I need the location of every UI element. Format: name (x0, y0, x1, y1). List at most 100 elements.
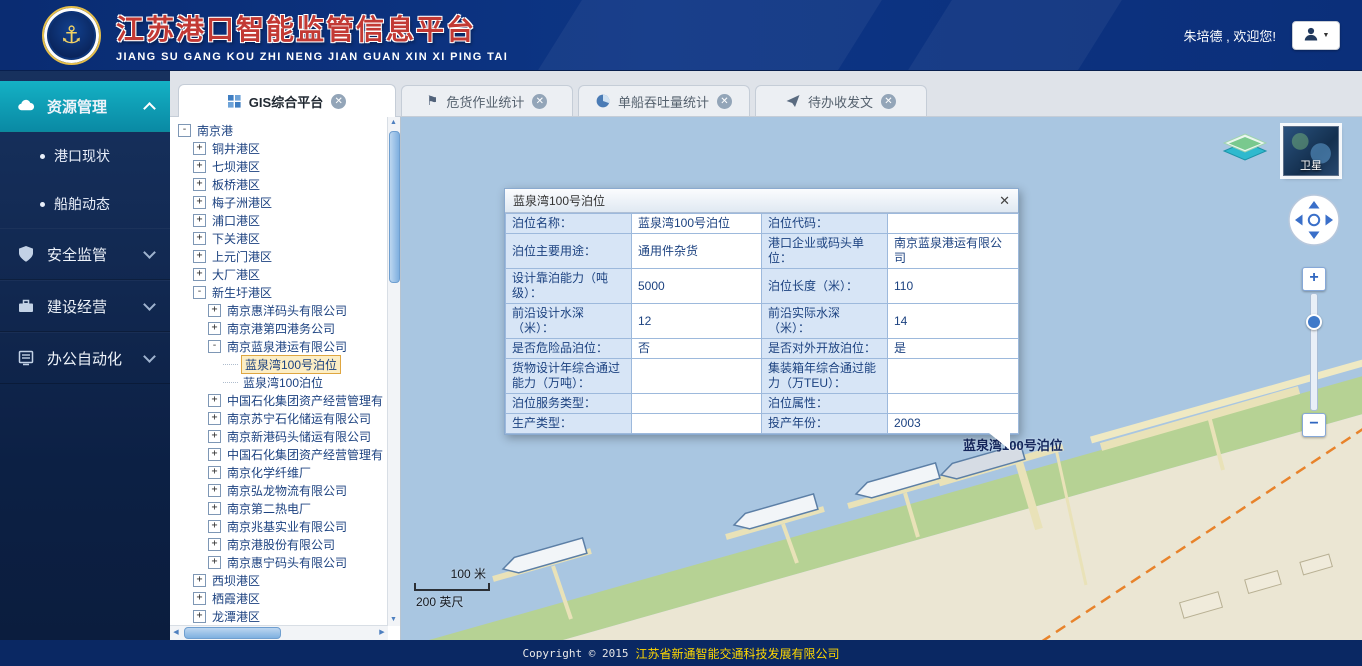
tree-item[interactable]: + 浦口港区 (174, 211, 388, 229)
tree-item-label[interactable]: 南京蓝泉港运有限公司 (225, 338, 349, 355)
tree-item[interactable]: + 南京新港码头储运有限公司 (174, 427, 388, 445)
tab-pending-documents[interactable]: 待办收发文 ✕ (755, 85, 927, 116)
tree-item[interactable]: + 下关港区 (174, 229, 388, 247)
tree-item[interactable]: + 南京化学纤维厂 (174, 463, 388, 481)
tree-expand-icon[interactable]: + (193, 214, 206, 227)
tree-item-label[interactable]: 上元门港区 (210, 248, 274, 265)
sidebar-item-resource-management[interactable]: 资源管理 (0, 81, 170, 132)
tree-item[interactable]: + 栖霞港区 (174, 589, 388, 607)
tree-expand-icon[interactable]: + (193, 160, 206, 173)
berth-map-label[interactable]: 蓝泉湾100号泊位 (963, 435, 1063, 454)
tree-item[interactable]: +南京港股份有限公司 (174, 535, 388, 553)
tree-expand-icon[interactable]: + (193, 268, 206, 281)
tree-expand-icon[interactable]: + (193, 232, 206, 245)
tree-item[interactable]: + 七坝港区 (174, 157, 388, 175)
sidebar-item-safety-supervision[interactable]: 安全监管 (0, 228, 170, 280)
tree-item[interactable]: +南京第二热电厂 (174, 499, 388, 517)
tree-item-label[interactable]: 南京港 (195, 122, 235, 139)
tab-ship-throughput-stats[interactable]: 单船吞吐量统计 ✕ (578, 85, 750, 116)
tree-expand-icon[interactable]: + (193, 250, 206, 263)
tree-collapse-icon[interactable]: - (208, 340, 221, 353)
tree-item-label[interactable]: 梅子洲港区 (210, 194, 274, 211)
user-menu-button[interactable]: ▼ (1292, 21, 1340, 50)
tree-item[interactable]: + 南京苏宁石化储运有限公司 (174, 409, 388, 427)
tree-item[interactable]: 蓝泉湾100泊位 (174, 373, 388, 391)
popup-header[interactable]: 蓝泉湾100号泊位 ✕ (505, 189, 1018, 213)
zoom-in-button[interactable]: + (1302, 267, 1326, 291)
tree-expand-icon[interactable]: + (193, 142, 206, 155)
tree-item-label[interactable]: 中国石化集团资产经营管理有 (225, 392, 385, 409)
tree-expand-icon[interactable]: + (208, 484, 221, 497)
close-icon[interactable]: ✕ (881, 94, 896, 109)
map-layers-icon[interactable] (1221, 130, 1269, 173)
zoom-slider-knob[interactable] (1306, 314, 1322, 330)
close-icon[interactable]: ✕ (532, 94, 547, 109)
tree-expand-icon[interactable]: + (193, 574, 206, 587)
tree-item-label[interactable]: 南京化学纤维厂 (225, 464, 313, 481)
tree-item-label-selected[interactable]: 蓝泉湾100号泊位 (241, 355, 341, 374)
tree-item[interactable]: +梅子洲港区 (174, 193, 388, 211)
tree-item[interactable]: -南京港 (174, 121, 388, 139)
tree-expand-icon[interactable]: + (193, 592, 206, 605)
tree-item-label[interactable]: 大厂港区 (210, 266, 262, 283)
tree-expand-icon[interactable]: + (208, 466, 221, 479)
tree-item[interactable]: +龙潭港区 (174, 607, 388, 625)
tree-item-label[interactable]: 板桥港区 (210, 176, 262, 193)
tree-item-label[interactable]: 龙潭港区 (210, 608, 262, 625)
zoom-slider[interactable] (1310, 293, 1318, 411)
sidebar-item-ship-dynamics[interactable]: 船舶动态 (0, 180, 170, 228)
tree-expand-icon[interactable]: + (208, 430, 221, 443)
tree-item-label[interactable]: 中国石化集团资产经营管理有 (225, 446, 385, 463)
tree-expand-icon[interactable]: + (208, 538, 221, 551)
tree-item-label[interactable]: 新生圩港区 (210, 284, 274, 301)
tree-item[interactable]: -南京蓝泉港运有限公司 (174, 337, 388, 355)
sidebar-item-construction-operation[interactable]: 建设经营 (0, 280, 170, 332)
tree-item[interactable]: + 南京惠洋码头有限公司 (174, 301, 388, 319)
tree-item-label[interactable]: 南京惠洋码头有限公司 (225, 302, 349, 319)
tree-collapse-icon[interactable]: - (178, 124, 191, 137)
tree-item-label[interactable]: 南京惠宁码头有限公司 (225, 554, 349, 571)
tab-dangerous-goods-stats[interactable]: ⚑ 危货作业统计 ✕ (401, 85, 573, 116)
gis-map[interactable]: 蓝泉湾100号泊位 蓝泉湾100号泊位 ✕ 泊位名称：蓝泉湾100号泊位泊位代码… (401, 117, 1362, 640)
tree-item[interactable]: + 南京惠宁码头有限公司 (174, 553, 388, 571)
horizontal-scroll-thumb[interactable] (184, 627, 281, 639)
scroll-right-icon[interactable]: ▶ (376, 626, 388, 639)
tree-expand-icon[interactable]: + (208, 556, 221, 569)
horizontal-scrollbar[interactable]: ◀ ▶ (170, 625, 388, 640)
tab-gis-platform[interactable]: GIS综合平台 ✕ (178, 84, 396, 117)
tree-item-label[interactable]: 西坝港区 (210, 572, 262, 589)
tree-collapse-icon[interactable]: - (193, 286, 206, 299)
tree-expand-icon[interactable]: + (193, 178, 206, 191)
tree-item[interactable]: + 板桥港区 (174, 175, 388, 193)
scroll-up-icon[interactable]: ▲ (388, 117, 399, 129)
tree-item[interactable]: + 南京兆基实业有限公司 (174, 517, 388, 535)
tree-item[interactable]: + 上元门港区 (174, 247, 388, 265)
tree-item-label[interactable]: 铜井港区 (210, 140, 262, 157)
close-icon[interactable]: ✕ (717, 94, 732, 109)
tree-item-label[interactable]: 南京兆基实业有限公司 (225, 518, 349, 535)
tree-expand-icon[interactable]: + (208, 448, 221, 461)
sidebar-item-port-status[interactable]: 港口现状 (0, 132, 170, 180)
tree-item[interactable]: + 铜井港区 (174, 139, 388, 157)
tree-item[interactable]: + 中国石化集团资产经营管理有 (174, 445, 388, 463)
vertical-scroll-thumb[interactable] (389, 131, 400, 283)
tree-expand-icon[interactable]: + (208, 520, 221, 533)
tree-item[interactable]: + 西坝港区 (174, 571, 388, 589)
tree-item-label[interactable]: 南京苏宁石化储运有限公司 (225, 410, 373, 427)
tree-expand-icon[interactable]: + (208, 322, 221, 335)
tree-item-label[interactable]: 浦口港区 (210, 212, 262, 229)
tree-item-label[interactable]: 栖霞港区 (210, 590, 262, 607)
tree-item[interactable]: 蓝泉湾100号泊位 (174, 355, 388, 373)
tree-item-label[interactable]: 南京新港码头储运有限公司 (225, 428, 373, 445)
tree-item-label[interactable]: 下关港区 (210, 230, 262, 247)
tree-item[interactable]: + 中国石化集团资产经营管理有 (174, 391, 388, 409)
tree-item-label[interactable]: 南京港第四港务公司 (225, 320, 337, 337)
tree-item[interactable]: + 南京港第四港务公司 (174, 319, 388, 337)
tree-expand-icon[interactable]: + (208, 304, 221, 317)
vertical-scrollbar[interactable]: ▲ ▼ (387, 117, 400, 626)
tree-expand-icon[interactable]: + (208, 412, 221, 425)
scroll-down-icon[interactable]: ▼ (388, 614, 399, 626)
tree-item-label[interactable]: 蓝泉湾100泊位 (241, 374, 325, 391)
tree-item-label[interactable]: 七坝港区 (210, 158, 262, 175)
tree-expand-icon[interactable]: + (208, 394, 221, 407)
